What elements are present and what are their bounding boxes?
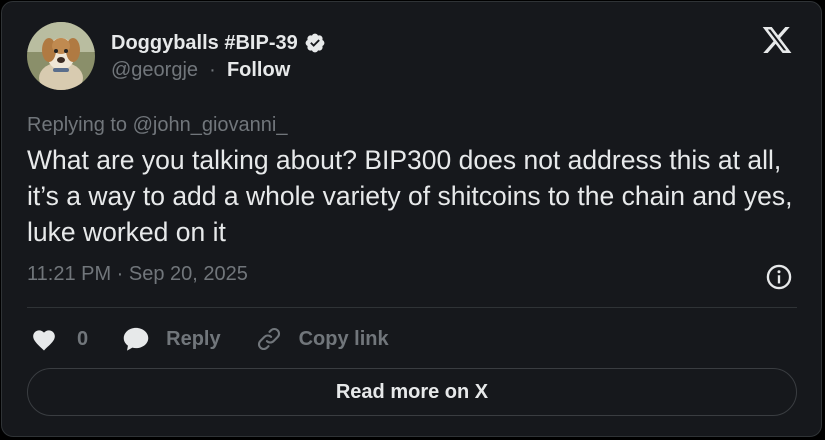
author-handle-line: @georgje · Follow [111,59,290,82]
divider [27,307,797,308]
author-handle[interactable]: @georgje [111,59,198,81]
heart-icon [33,330,55,351]
tweet-card: Doggyballs #BIP-39 @georgje · Follow Rep… [1,1,822,437]
x-logo-icon[interactable] [760,24,794,56]
copy-link-button[interactable]: Copy link [255,325,389,353]
read-more-button[interactable]: Read more on X [27,368,797,416]
tweet-text: What are you talking about? BIP300 does … [27,145,793,247]
verified-badge-icon [305,33,325,53]
read-more-label: Read more on X [335,380,489,403]
tweet-timestamp[interactable]: 11:21 PM · Sep 20, 2025 [27,263,248,286]
follow-button[interactable]: Follow [227,59,290,81]
replying-to-label: Replying to @john_giovanni_ [27,114,288,136]
copy-link-label: Copy link [298,327,389,350]
reply-button[interactable]: Reply [122,326,221,352]
link-icon [257,327,280,351]
avatar[interactable] [27,22,95,90]
tweet-actions: 0 Reply Copy link [31,324,389,354]
like-button[interactable]: 0 [31,327,88,351]
handle-separator: · [203,59,222,81]
reply-label: Reply [166,327,221,350]
author-display-name[interactable]: Doggyballs #BIP-39 [111,32,298,55]
author-name-line: Doggyballs #BIP-39 [111,30,326,56]
like-count: 0 [77,327,89,350]
info-icon[interactable] [765,263,793,291]
reply-bubble-icon [123,327,149,351]
dog-avatar-icon [27,22,95,90]
